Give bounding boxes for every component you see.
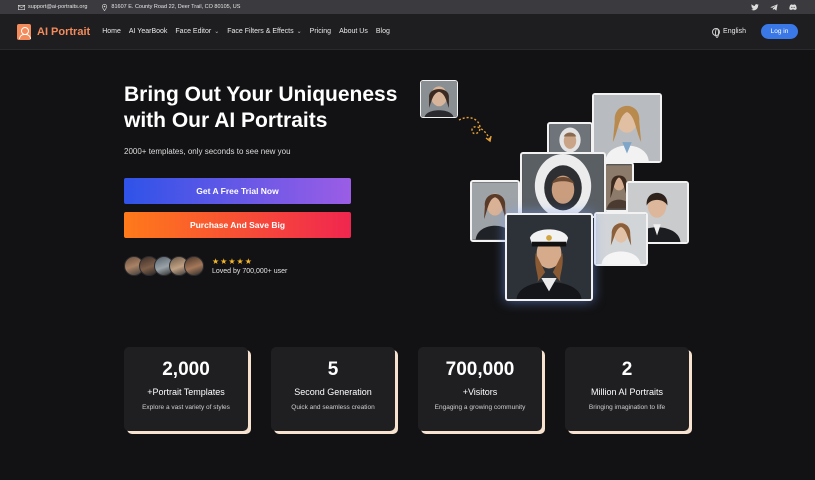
contact-email[interactable]: support@ai-portraits.org: [18, 4, 87, 10]
language-label: English: [723, 28, 746, 35]
top-info-bar: support@ai-portraits.org 81607 E. County…: [0, 0, 815, 14]
social-links: [751, 3, 797, 11]
hero-subtitle: 2000+ templates, only seconds to see new…: [124, 147, 291, 156]
portrait-captain-featured: [505, 213, 593, 301]
twitter-icon[interactable]: [751, 3, 759, 11]
nav-item-label: Face Editor: [175, 28, 212, 35]
contact-address-text: 81607 E. County Road 22, Deer Trail, CO …: [111, 4, 241, 10]
rating-stars: ★ ★ ★ ★ ★: [212, 256, 287, 266]
stat-label: +Portrait Templates: [147, 387, 225, 397]
portrait-astronaut-large: [520, 152, 606, 218]
stat-number: 5: [327, 359, 339, 380]
main-nav: AI Portrait Home AI YearBook Face Editor…: [0, 14, 815, 50]
curved-arrow-icon: [458, 116, 492, 143]
language-selector[interactable]: English: [712, 27, 746, 38]
nav-item-label: AI YearBook: [128, 28, 168, 35]
stat-label: +Visitors: [462, 387, 498, 397]
stat-number: 2,000: [162, 359, 210, 380]
stat-card-portraits: 2 Million AI Portraits Bringing imaginat…: [565, 347, 689, 431]
location-pin-icon: [101, 3, 108, 11]
star-icon: ★: [220, 256, 228, 266]
loved-text-block: ★ ★ ★ ★ ★ Loved by 700,000+ user: [212, 256, 288, 275]
stat-card-visitors: 700,000 +Visitors Engaging a growing com…: [418, 347, 542, 431]
nav-right: English Log in: [712, 24, 798, 39]
user-avatars: [124, 256, 204, 276]
free-trial-button[interactable]: Get A Free Trial Now: [124, 178, 351, 204]
stat-card-generation: 5 Second Generation Quick and seamless c…: [271, 347, 395, 431]
nav-item-home[interactable]: Home: [102, 28, 121, 35]
nav-item-ai-yearbook[interactable]: AI YearBook: [129, 28, 168, 35]
nav-menu: Home AI YearBook Face Editor ⌄ Face Filte…: [102, 28, 398, 35]
site-logo[interactable]: AI Portrait: [17, 23, 91, 40]
nav-item-blog[interactable]: Blog: [376, 28, 390, 35]
nav-item-pricing[interactable]: Pricing: [310, 28, 331, 35]
social-proof: ★ ★ ★ ★ ★ Loved by 700,000+ user: [124, 256, 287, 276]
stat-description: Bringing imagination to life: [588, 404, 666, 411]
nav-item-label: Home: [102, 28, 121, 35]
stat-number: 700,000: [445, 359, 515, 380]
stat-label: Million AI Portraits: [590, 387, 664, 397]
nav-item-label: Blog: [375, 28, 390, 35]
star-icon: ★: [228, 256, 236, 266]
portrait-logo-icon: [17, 23, 31, 40]
hero-title-line-1: Bring Out Your Uniqueness: [124, 83, 398, 106]
mail-icon: [18, 4, 25, 10]
star-icon: ★: [236, 256, 244, 266]
purchase-button[interactable]: Purchase And Save Big: [124, 212, 351, 238]
globe-icon: [712, 27, 721, 38]
login-button[interactable]: Log in: [761, 24, 798, 39]
nav-item-face-filters[interactable]: Face Filters & Effects ⌄: [227, 28, 301, 35]
contact-address: 81607 E. County Road 22, Deer Trail, CO …: [101, 3, 241, 11]
stat-number: 2: [621, 359, 633, 380]
stat-card-templates: 2,000 +Portrait Templates Explore a vast…: [124, 347, 248, 431]
star-icon: ★: [244, 256, 252, 266]
stat-description: Quick and seamless creation: [291, 404, 375, 411]
portrait-thumb-small: [420, 80, 458, 118]
stat-label: Second Generation: [294, 387, 372, 397]
hero-title: Bring Out Your Uniqueness with Our AI Po…: [124, 82, 424, 134]
stat-description: Engaging a growing community: [434, 404, 526, 411]
nav-item-label: Face Filters & Effects: [227, 28, 294, 35]
portrait-doctor-small: [594, 212, 648, 266]
nav-item-face-editor[interactable]: Face Editor ⌄: [175, 28, 219, 35]
nav-item-label: Pricing: [309, 28, 332, 35]
star-icon: ★: [212, 256, 220, 266]
logo-text: AI Portrait: [37, 25, 91, 38]
telegram-icon[interactable]: [770, 3, 778, 11]
nav-item-about-us[interactable]: About Us: [339, 28, 368, 35]
stat-description: Explore a vast variety of styles: [142, 404, 230, 411]
hero-title-line-2: with Our AI Portraits: [124, 109, 328, 132]
contact-email-text: support@ai-portraits.org: [28, 4, 88, 10]
avatar: [184, 256, 204, 276]
chevron-down-icon: ⌄: [296, 29, 302, 35]
loved-by-label: Loved by 700,000+ user: [212, 267, 288, 275]
chevron-down-icon: ⌄: [214, 29, 220, 35]
nav-item-label: About Us: [339, 28, 368, 35]
discord-icon[interactable]: [789, 3, 797, 11]
